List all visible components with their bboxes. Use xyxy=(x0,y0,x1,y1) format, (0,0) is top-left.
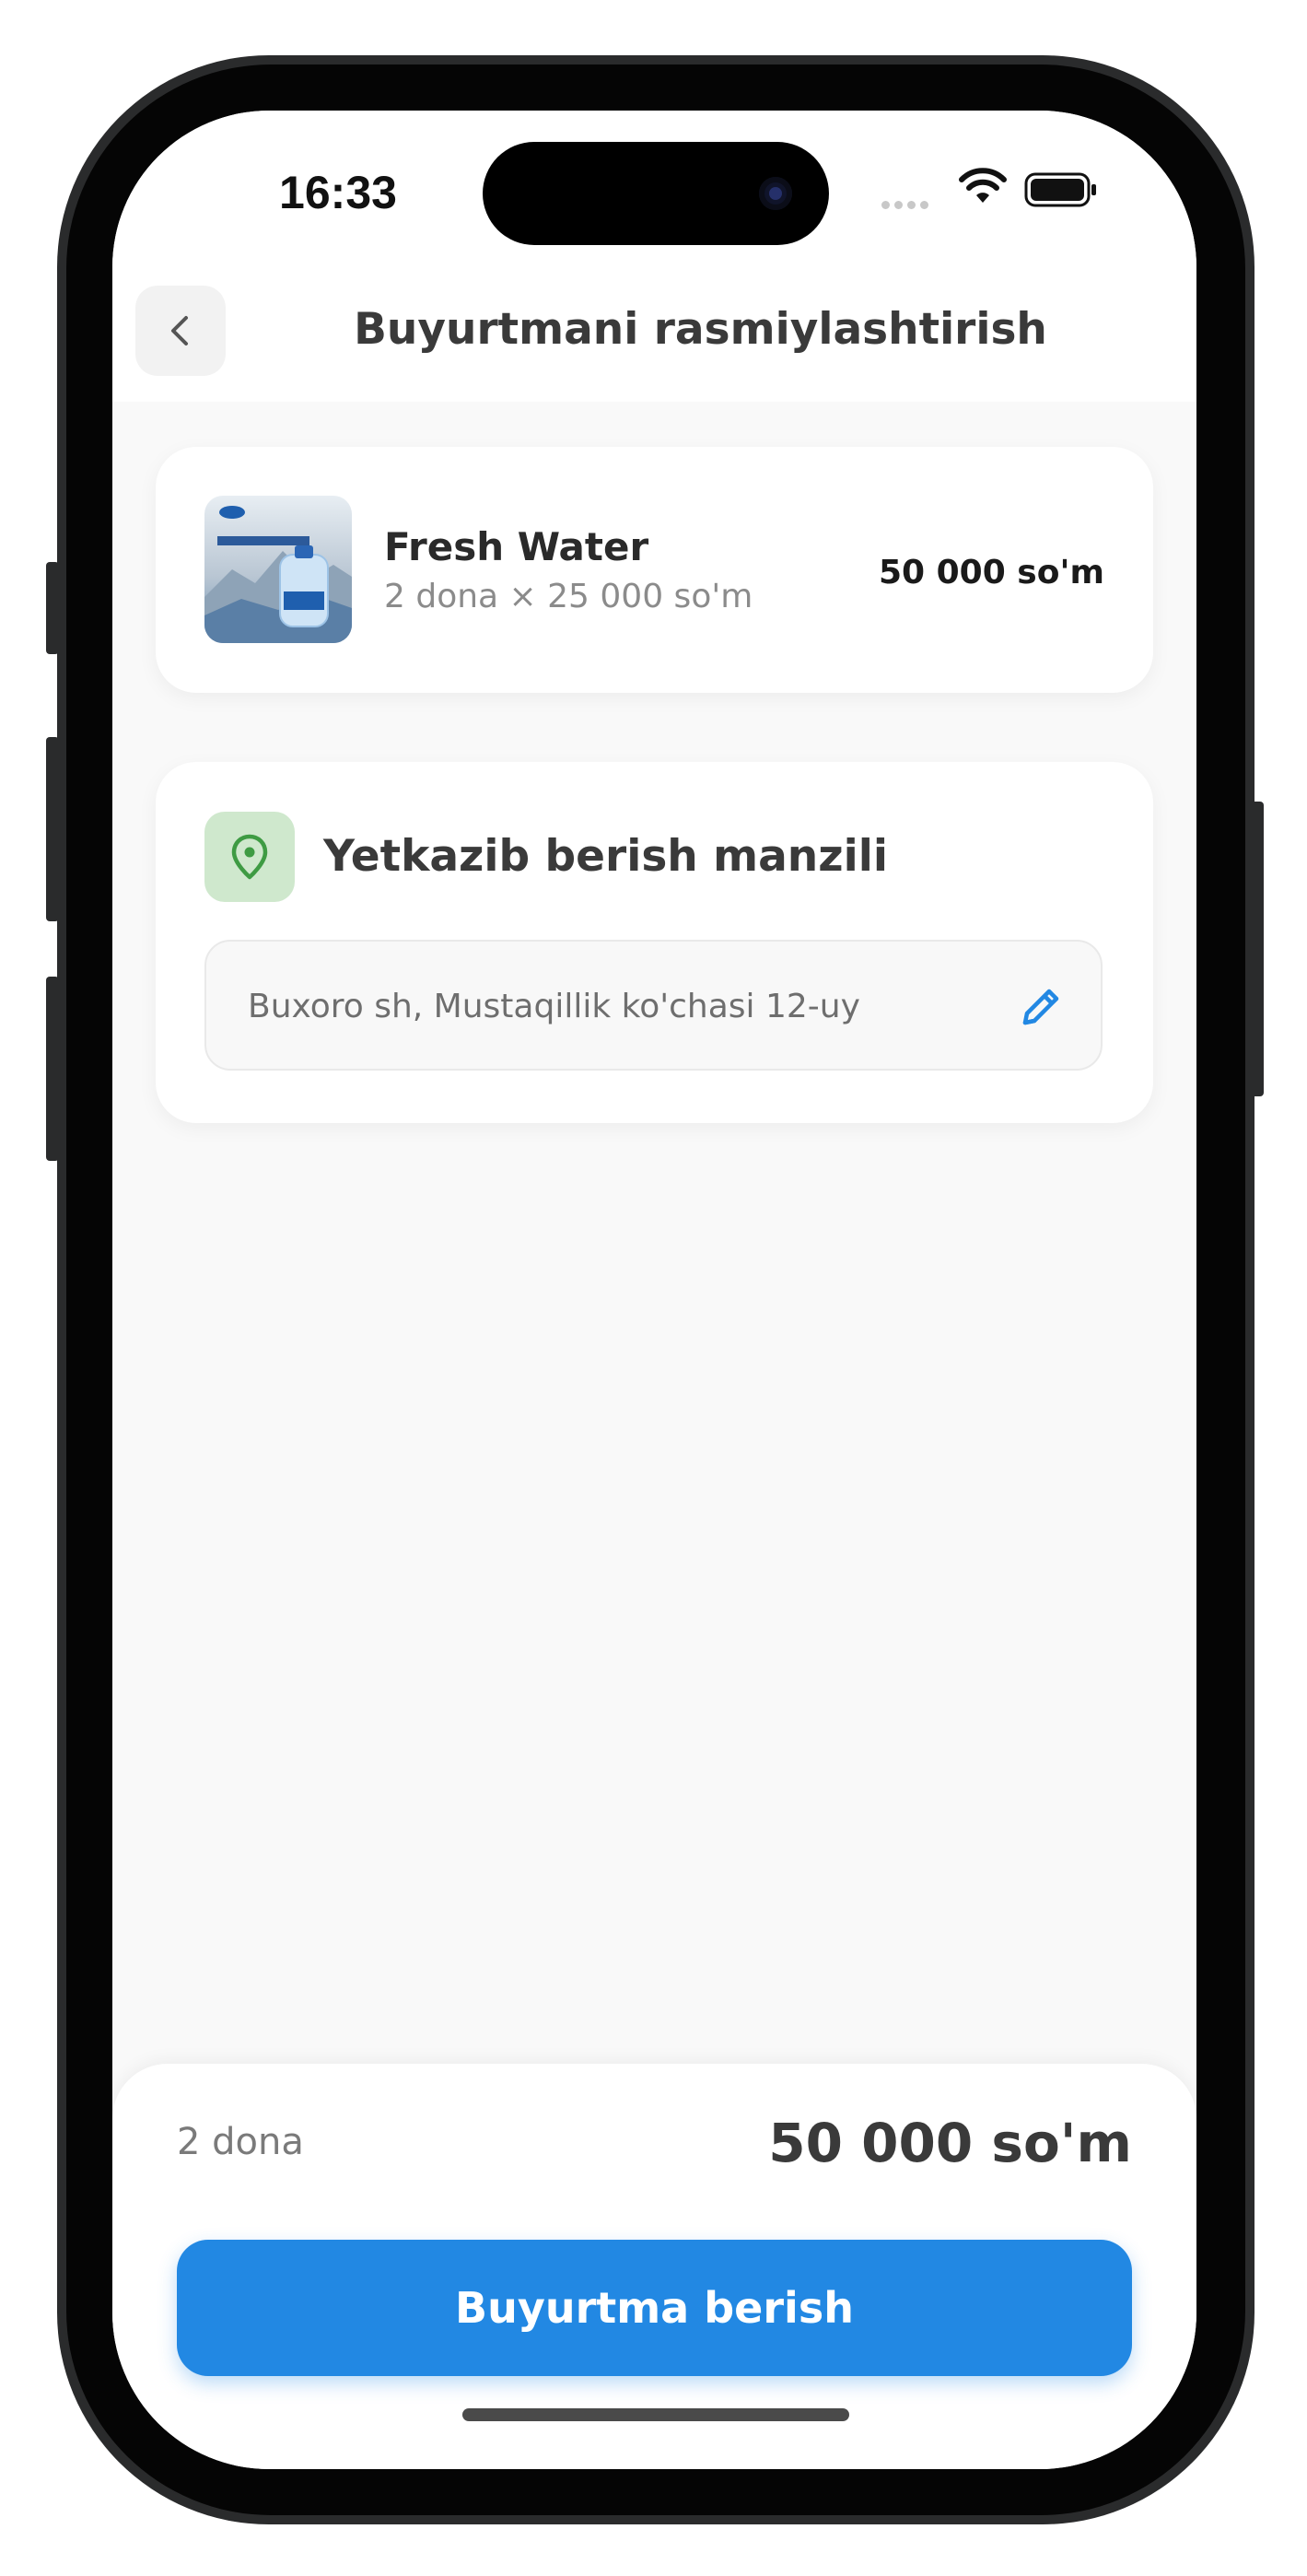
location-pin-icon xyxy=(231,834,268,880)
delivery-address-heading: Yetkazib berish manzili xyxy=(323,831,888,882)
battery-icon xyxy=(1024,172,1096,207)
product-quantity-price: 2 dona × 25 000 so'm xyxy=(384,578,753,615)
water-bottle-product-image xyxy=(204,496,352,643)
page-title: Buyurtmani rasmiylashtirish xyxy=(354,304,1047,355)
camera-lens-icon xyxy=(769,187,782,200)
place-order-button[interactable]: Buyurtma berish xyxy=(177,2240,1132,2376)
chevron-left-icon xyxy=(171,316,188,345)
wifi-icon xyxy=(959,168,1007,203)
dynamic-island xyxy=(483,142,829,245)
volume-up-button xyxy=(46,737,59,921)
summary-total: 50 000 so'm xyxy=(768,2112,1132,2174)
summary-quantity: 2 dona xyxy=(177,2121,304,2163)
delivery-address-text: Buxoro sh, Mustaqillik ko'chasi 12-uy xyxy=(248,988,860,1025)
action-button xyxy=(46,562,59,654)
back-button[interactable] xyxy=(135,286,226,376)
status-bar: 16:33 xyxy=(112,111,1196,249)
home-indicator[interactable] xyxy=(462,2408,849,2421)
app-screen: 16:33 Buyurtmani rasmiylashtirish Fresh … xyxy=(112,111,1196,2469)
edit-pencil-icon[interactable] xyxy=(1018,982,1066,1030)
top-nav-bar: Buyurtmani rasmiylashtirish xyxy=(112,249,1196,402)
cellular-signal-icon xyxy=(881,195,933,213)
status-time: 16:33 xyxy=(279,167,397,218)
place-order-label: Buyurtma berish xyxy=(455,2283,854,2333)
product-total: 50 000 so'm xyxy=(878,554,1104,591)
delivery-address-card: Yetkazib berish manzili Buxoro sh, Musta… xyxy=(156,762,1153,1123)
volume-down-button xyxy=(46,977,59,1161)
product-name: Fresh Water xyxy=(384,524,649,569)
power-button xyxy=(1251,802,1264,1096)
delivery-address-field[interactable]: Buxoro sh, Mustaqillik ko'chasi 12-uy xyxy=(204,940,1103,1071)
location-pin-badge xyxy=(204,812,295,902)
order-item-card: Fresh Water 2 dona × 25 000 so'm 50 000 … xyxy=(156,447,1153,693)
